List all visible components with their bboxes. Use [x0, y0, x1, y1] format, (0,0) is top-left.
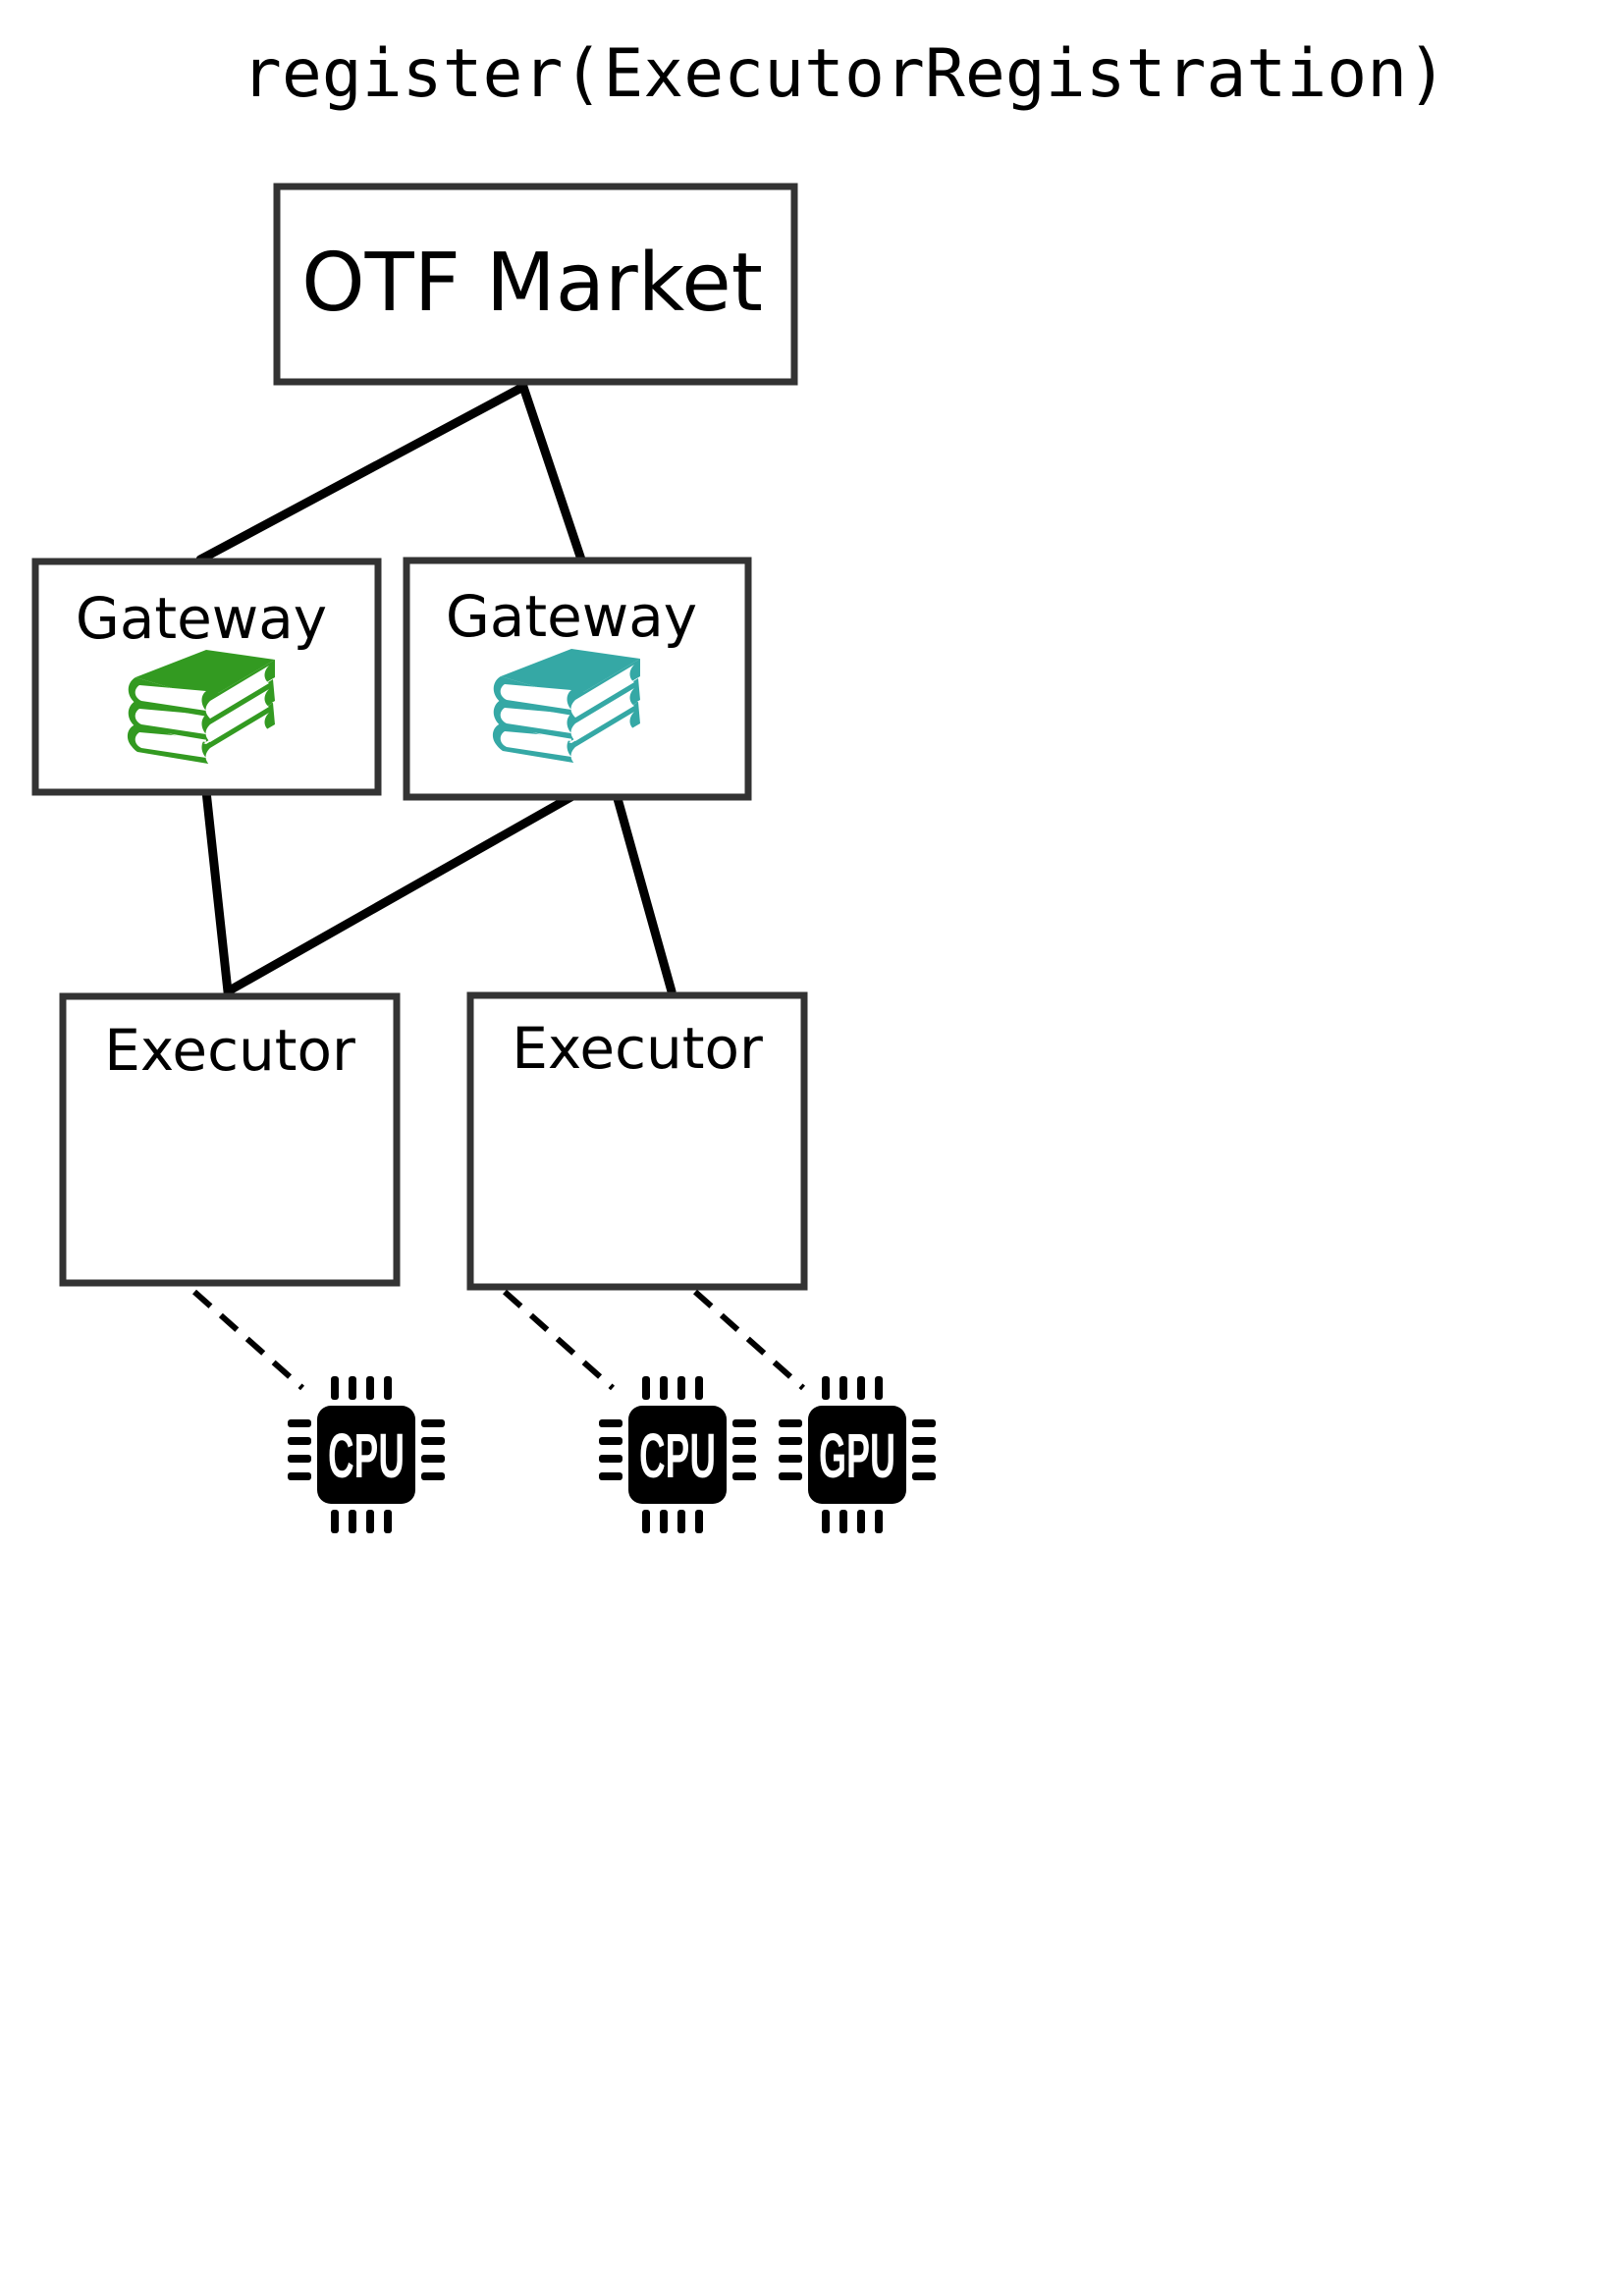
executor-label: Executor — [104, 1017, 355, 1084]
gateway-label: Gateway — [76, 585, 327, 652]
chip-icon: CPU — [599, 1376, 756, 1533]
edge-gateway-2-executor-1 — [223, 790, 579, 996]
market-label: OTF Market — [301, 237, 763, 330]
gateway-node-1: Gateway — [31, 558, 382, 796]
chip-icon: CPU — [288, 1376, 445, 1533]
edge-executor-1-cpu — [192, 1289, 304, 1391]
executor-node-2: Executor — [466, 991, 808, 1291]
gateway-label: Gateway — [446, 583, 697, 650]
gateway-node-2: Gateway — [403, 557, 752, 801]
processor-label: CPU — [328, 1420, 405, 1491]
edge-market-gateway-2 — [518, 382, 586, 564]
processor-label: GPU — [819, 1420, 895, 1491]
chip-icon: GPU — [779, 1376, 936, 1533]
edge-gateway-2-executor-2 — [612, 790, 677, 996]
executor-node-1: Executor — [59, 992, 401, 1287]
processor-label: CPU — [639, 1420, 716, 1491]
market-node: OTF Market — [273, 183, 798, 386]
executor-label: Executor — [512, 1015, 763, 1082]
architecture-diagram: register(ExecutorRegistration) OTF Marke… — [31, 35, 1447, 1533]
edge-gateway-1-executor-1 — [201, 786, 233, 996]
edge-executor-2-cpu — [503, 1289, 615, 1391]
edge-executor-2-gpu — [693, 1289, 805, 1391]
edge-market-gateway-1 — [195, 382, 528, 564]
diagram-title: register(ExecutorRegistration) — [242, 35, 1447, 113]
